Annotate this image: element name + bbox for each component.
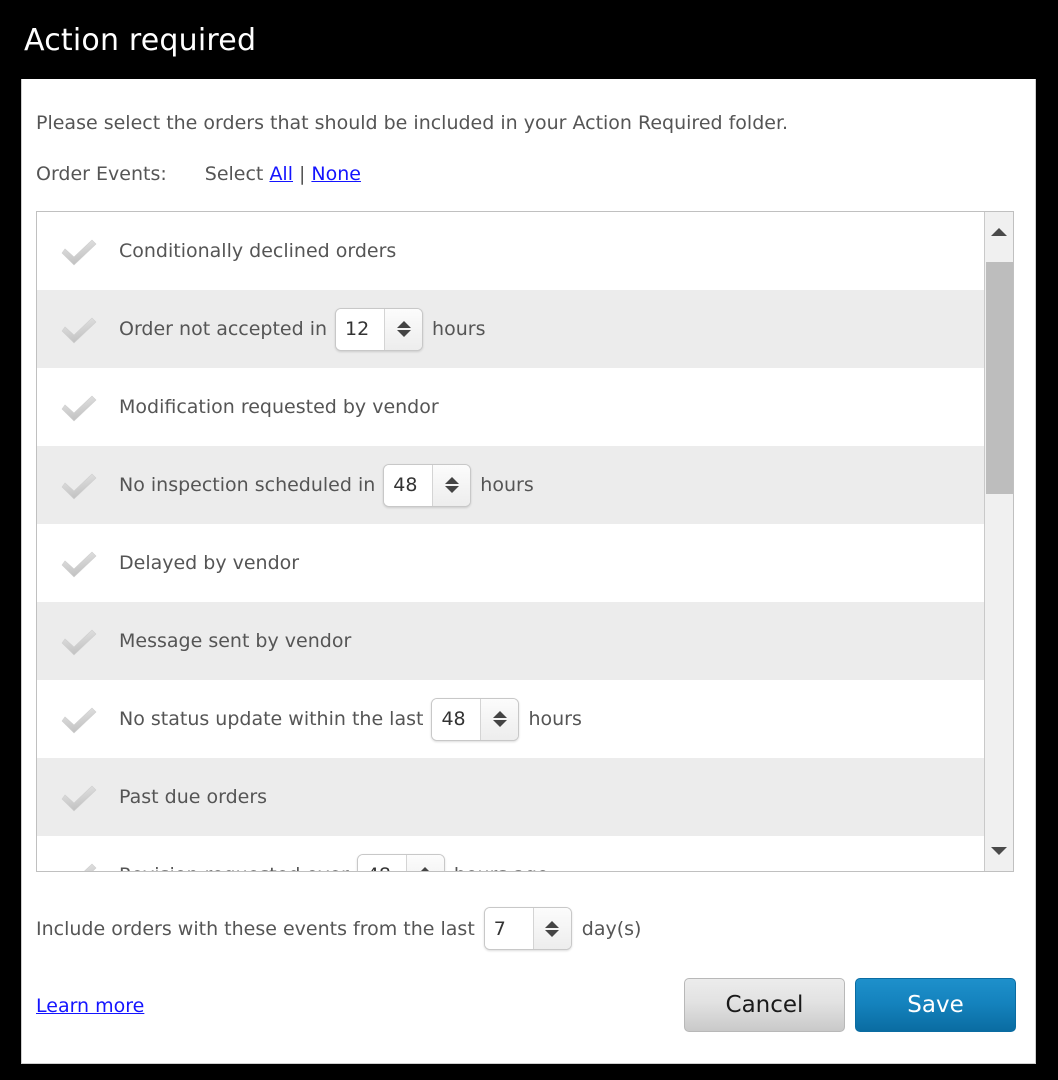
checkmark-icon[interactable] [59, 314, 99, 344]
spinner-up-arrow-icon[interactable] [492, 711, 507, 718]
hours-spinner[interactable]: 12 [335, 307, 424, 351]
event-label-before: Conditionally declined orders [119, 240, 397, 262]
scrollbar-down-arrow-icon[interactable] [985, 837, 1013, 865]
days-spinner-buttons[interactable] [532, 908, 571, 949]
hours-spinner-buttons[interactable] [432, 464, 471, 506]
event-label-before: Delayed by vendor [119, 552, 300, 574]
order-events-label: Order Events: [36, 163, 167, 185]
order-events-listbox[interactable]: Conditionally declined orders Order not a… [36, 211, 1014, 872]
event-row[interactable]: Conditionally declined orders [37, 212, 985, 290]
event-row[interactable]: Revision requested over 48 hours ago [37, 836, 985, 871]
hours-spinner-value[interactable]: 12 [336, 308, 385, 350]
include-orders-label-after: day(s) [581, 917, 642, 940]
event-row-label: Order not accepted in 12 hours [119, 307, 486, 351]
event-label-after: hours [528, 708, 582, 730]
cancel-button[interactable]: Cancel [684, 978, 845, 1032]
select-none-link[interactable]: None [311, 163, 361, 185]
spinner-down-arrow-icon[interactable] [545, 929, 560, 937]
days-spinner[interactable]: 7 [483, 907, 572, 950]
checkmark-icon[interactable] [59, 626, 99, 656]
event-row-label: Message sent by vendor [119, 630, 359, 652]
order-events-controls: Order Events: Select All | None [36, 163, 361, 185]
hours-spinner-value[interactable]: 48 [432, 698, 481, 740]
event-label-before: Past due orders [119, 786, 268, 808]
checkmark-icon[interactable] [59, 704, 99, 734]
order-events-list: Conditionally declined orders Order not a… [37, 212, 985, 871]
intro-text: Please select the orders that should be … [36, 112, 789, 134]
event-row-label: Revision requested over 48 hours ago [119, 853, 549, 871]
save-button[interactable]: Save [855, 978, 1016, 1032]
event-row[interactable]: No status update within the last 48 hours [37, 680, 985, 758]
event-row[interactable]: Delayed by vendor [37, 524, 985, 602]
event-label-before: Revision requested over [119, 864, 349, 871]
spinner-up-arrow-icon[interactable] [418, 867, 433, 871]
event-row-label: No inspection scheduled in 48 hours [119, 463, 534, 507]
hours-spinner[interactable]: 48 [431, 697, 520, 741]
event-row-label: Delayed by vendor [119, 552, 307, 574]
event-row[interactable]: No inspection scheduled in 48 hours [37, 446, 985, 524]
hours-spinner-value[interactable]: 48 [384, 464, 433, 506]
spinner-down-arrow-icon[interactable] [396, 330, 411, 337]
event-row-label: Conditionally declined orders [119, 240, 404, 262]
spinner-down-arrow-icon[interactable] [492, 720, 507, 727]
event-row-label: Modification requested by vendor [119, 396, 447, 418]
hours-spinner-buttons[interactable] [480, 698, 519, 740]
event-label-before: No inspection scheduled in [119, 474, 376, 496]
spinner-up-arrow-icon[interactable] [444, 477, 459, 484]
scrollbar-thumb[interactable] [986, 262, 1013, 494]
checkmark-icon[interactable] [59, 782, 99, 812]
event-label-before: Modification requested by vendor [119, 396, 439, 418]
spinner-down-arrow-icon[interactable] [444, 486, 459, 493]
listbox-scrollbar[interactable] [984, 212, 1013, 871]
event-row-label: Past due orders [119, 786, 275, 808]
event-label-after: hours [480, 474, 534, 496]
spinner-up-arrow-icon[interactable] [545, 920, 560, 928]
event-label-after: hours ago [454, 864, 549, 871]
event-row[interactable]: Modification requested by vendor [37, 368, 985, 446]
include-orders-label-before: Include orders with these events from th… [36, 917, 475, 940]
include-orders-row: Include orders with these events from th… [36, 907, 641, 950]
checkmark-icon[interactable] [59, 392, 99, 422]
select-all-link[interactable]: All [269, 163, 293, 185]
checkmark-icon[interactable] [59, 548, 99, 578]
dialog-titlebar: Action required [0, 0, 1058, 79]
hours-spinner-buttons[interactable] [405, 854, 444, 871]
event-row[interactable]: Past due orders [37, 758, 985, 836]
hours-spinner-buttons[interactable] [384, 308, 423, 350]
checkmark-icon[interactable] [59, 470, 99, 500]
hours-spinner[interactable]: 48 [356, 853, 445, 871]
learn-more-link[interactable]: Learn more [36, 995, 144, 1017]
spinner-up-arrow-icon[interactable] [396, 321, 411, 328]
checkmark-icon[interactable] [59, 860, 99, 871]
event-row-label: No status update within the last 48 hours [119, 697, 582, 741]
event-label-before: Message sent by vendor [119, 630, 352, 652]
event-row[interactable]: Order not accepted in 12 hours [37, 290, 985, 368]
select-word-label: Select [204, 163, 264, 185]
action-required-dialog: Action required Please select the orders… [0, 0, 1058, 1080]
event-row[interactable]: Message sent by vendor [37, 602, 985, 680]
event-label-before: No status update within the last [119, 708, 424, 730]
hours-spinner-value[interactable]: 48 [357, 854, 406, 871]
select-separator: | [299, 163, 306, 185]
scrollbar-up-arrow-icon[interactable] [985, 218, 1013, 246]
checkmark-icon[interactable] [59, 236, 99, 266]
dialog-title: Action required [24, 23, 257, 58]
event-label-before: Order not accepted in [119, 318, 328, 340]
dialog-body-panel: Please select the orders that should be … [21, 79, 1036, 1064]
event-label-after: hours [432, 318, 486, 340]
days-spinner-value[interactable]: 7 [484, 908, 533, 949]
hours-spinner[interactable]: 48 [383, 463, 472, 507]
